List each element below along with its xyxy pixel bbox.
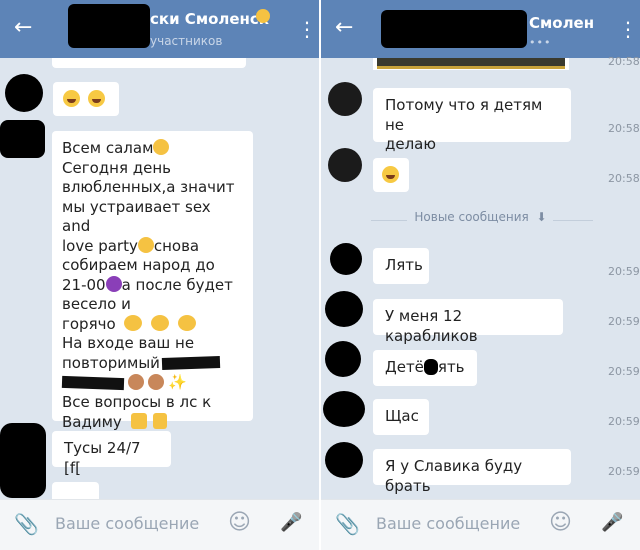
message-time: 20:59	[608, 315, 640, 328]
message-line: Вадиму	[62, 412, 122, 431]
emoji-icon	[256, 9, 270, 23]
message-text: ять	[437, 358, 465, 376]
chat-subtitle: участников	[150, 34, 223, 48]
message-line: Всем салам	[62, 139, 154, 157]
microphone-icon[interactable]: 🎤	[601, 512, 623, 533]
message-text: Детё	[385, 358, 424, 376]
message-bubble: Тусы 24/7 [f[	[52, 431, 171, 477]
message-line: собираем народ до	[62, 256, 215, 274]
back-arrow-icon[interactable]: ←	[335, 15, 361, 41]
redaction	[381, 10, 527, 48]
avatar[interactable]	[0, 423, 46, 498]
smile-icon[interactable]: ☺	[228, 510, 251, 535]
message-line: love party	[62, 236, 138, 255]
more-menu-icon[interactable]: ⋮	[618, 16, 638, 42]
message-text: Тусы 24/7 [f[	[64, 439, 141, 477]
message-line: весело и	[62, 295, 131, 313]
message-time: 20:58	[608, 55, 640, 68]
see-no-evil-monkey-icon	[128, 374, 144, 390]
chat-title: Смолен	[529, 14, 595, 32]
arrow-down-icon: ⬇	[536, 210, 547, 224]
message-bubble-partial	[52, 58, 246, 68]
message-time: 20:58	[608, 122, 640, 135]
see-no-evil-monkey-icon	[148, 374, 164, 390]
emoji-message	[373, 158, 409, 192]
avatar[interactable]	[323, 391, 365, 427]
flexed-biceps-icon	[130, 412, 147, 429]
paperclip-icon[interactable]: 📎	[335, 512, 360, 536]
message-composer: 📎 Ваше сообщение ☺ 🎤	[321, 499, 640, 550]
avatar[interactable]	[5, 74, 43, 112]
message-bubble: Лять	[373, 248, 429, 284]
message-line: Сегодня день	[62, 158, 171, 177]
devil-emoji-icon	[105, 275, 122, 292]
redaction	[68, 4, 150, 48]
emoji-message	[53, 82, 119, 116]
message-bubble: Потому что я детям не делаю	[373, 88, 571, 153]
laughing-emoji-icon	[87, 90, 105, 107]
long-message: Всем салам Сегодня день влюбленных,а зна…	[52, 131, 253, 431]
redaction	[161, 355, 221, 370]
chat-header: ← ски Смоленск участников ⋮	[0, 0, 319, 58]
sunglasses-emoji-icon	[151, 314, 170, 331]
message-time: 20:59	[608, 365, 640, 378]
avatar[interactable]	[0, 120, 45, 158]
sunglasses-emoji-icon	[178, 314, 196, 331]
chat-subtitle: •••	[529, 36, 552, 49]
message-time: 20:59	[608, 265, 640, 278]
sparkles-icon: ✨	[168, 373, 187, 391]
paperclip-icon[interactable]: 📎	[14, 512, 39, 536]
left-chat-screen: ← ски Смоленск участников ⋮ Всем салам С…	[0, 0, 319, 550]
message-text: У меня 12 карабликов	[385, 307, 478, 345]
grin-emoji-icon	[153, 139, 170, 155]
message-line: повторимый	[62, 353, 160, 372]
message-line: горячо	[62, 314, 116, 333]
message-composer: 📎 Ваше сообщение ☺ 🎤	[0, 499, 319, 550]
message-time: 20:59	[608, 415, 640, 428]
avatar[interactable]	[325, 341, 361, 377]
message-text: Я у Славика буду брать	[385, 457, 523, 495]
redaction	[61, 375, 125, 391]
redaction	[423, 359, 438, 375]
message-text: Щас	[385, 407, 419, 425]
message-bubble: Я у Славика буду брать	[373, 449, 571, 495]
message-line: делаю	[385, 135, 437, 153]
avatar[interactable]	[325, 291, 363, 327]
chat-title: ски Смоленск	[150, 10, 269, 28]
message-line: снова	[153, 236, 200, 255]
message-bubble: У меня 12 карабликов	[373, 299, 563, 345]
laughing-emoji-icon	[63, 90, 80, 107]
avatar[interactable]	[325, 442, 363, 478]
microphone-icon[interactable]: 🎤	[280, 512, 302, 533]
message-line: На входе ваш не	[62, 334, 195, 352]
message-input[interactable]: Ваше сообщение	[376, 514, 520, 533]
message-line: влюбленных,а значит	[62, 178, 235, 196]
more-menu-icon[interactable]: ⋮	[297, 16, 317, 42]
message-line: мы устраивает sex and	[62, 197, 211, 236]
avatar[interactable]	[328, 148, 362, 182]
message-text: Лять	[385, 256, 423, 274]
message-line: а после будет	[121, 275, 233, 294]
message-bubble: Щас	[373, 399, 429, 435]
rock-hand-icon	[153, 412, 168, 429]
right-chat-screen: ← Смолен ••• ⋮ 20:58 Потому что я детям …	[321, 0, 640, 550]
message-bubble: Детё ять	[373, 350, 477, 386]
new-messages-label: Новые сообщения	[414, 210, 529, 224]
back-arrow-icon[interactable]: ←	[14, 15, 40, 41]
sunglasses-emoji-icon	[124, 314, 143, 331]
new-messages-divider: Новые сообщения ⬇	[321, 210, 640, 230]
grin-emoji-icon	[137, 236, 154, 253]
avatar[interactable]	[330, 243, 362, 275]
image-message-partial	[373, 58, 569, 70]
message-time: 20:59	[608, 465, 640, 478]
message-line: 21-00	[62, 275, 106, 294]
avatar[interactable]	[328, 82, 362, 116]
laughing-emoji-icon	[382, 166, 399, 183]
smile-icon[interactable]: ☺	[549, 510, 572, 535]
message-line: Все вопросы в лс к	[62, 393, 212, 411]
message-line: Потому что я детям не	[385, 96, 543, 134]
message-input[interactable]: Ваше сообщение	[55, 514, 199, 533]
chat-header: ← Смолен ••• ⋮	[321, 0, 640, 58]
message-time: 20:58	[608, 172, 640, 185]
